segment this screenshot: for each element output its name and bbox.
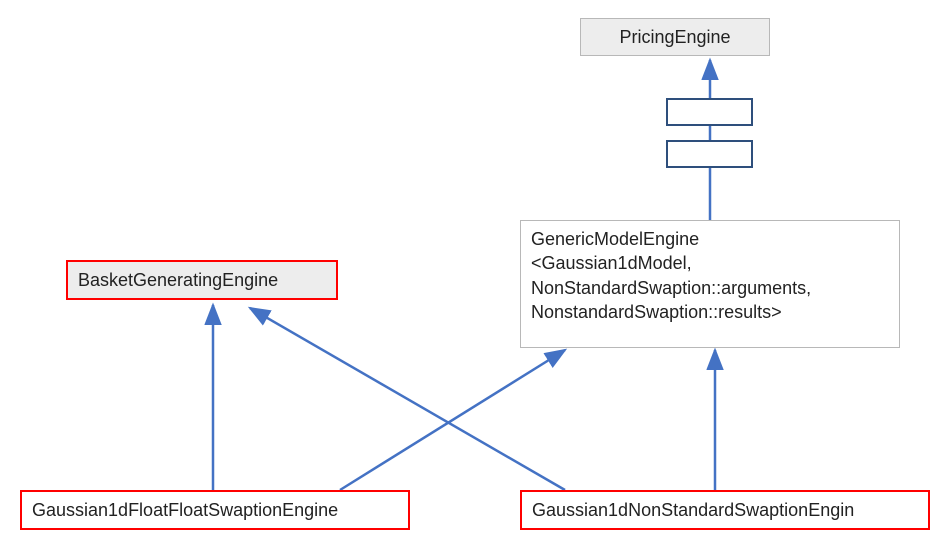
node-pricing-engine: PricingEngine — [580, 18, 770, 56]
node-pricing-engine-label: PricingEngine — [619, 27, 730, 47]
node-generic-model-engine-line1: GenericModelEngine — [531, 227, 889, 251]
node-generic-model-engine-line4: NonstandardSwaption::results> — [531, 300, 889, 324]
node-gaussian-float-float-swaption-engine-label: Gaussian1dFloatFloatSwaptionEngine — [32, 500, 338, 520]
node-generic-model-engine: GenericModelEngine <Gaussian1dModel, Non… — [520, 220, 900, 348]
node-basket-generating-engine: BasketGeneratingEngine — [66, 260, 338, 300]
node-generic-model-engine-line2: <Gaussian1dModel, — [531, 251, 889, 275]
class-port-rect-upper — [666, 98, 753, 126]
node-gaussian-float-float-swaption-engine: Gaussian1dFloatFloatSwaptionEngine — [20, 490, 410, 530]
node-generic-model-engine-line3: NonStandardSwaption::arguments, — [531, 276, 889, 300]
class-port-rect-lower — [666, 140, 753, 168]
node-gaussian-nonstandard-swaption-engine-label: Gaussian1dNonStandardSwaptionEngin — [532, 500, 854, 520]
node-basket-generating-engine-label: BasketGeneratingEngine — [78, 270, 278, 290]
node-gaussian-nonstandard-swaption-engine: Gaussian1dNonStandardSwaptionEngin — [520, 490, 930, 530]
